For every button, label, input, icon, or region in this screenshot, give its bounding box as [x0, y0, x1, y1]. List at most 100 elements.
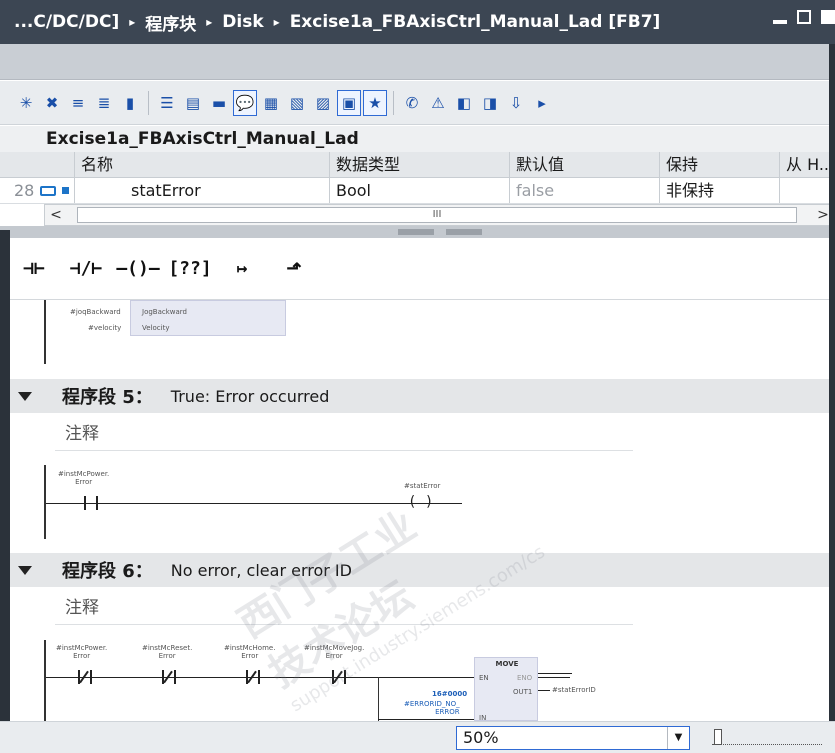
table-row[interactable]: 28 statError Bool false 非保持	[0, 178, 835, 204]
nc-contact-icon[interactable]	[72, 670, 98, 684]
symbol-info-icon[interactable]: ▨	[311, 90, 335, 116]
no-contact-icon[interactable]	[78, 496, 104, 510]
nc-contact-icon[interactable]	[326, 670, 352, 684]
breadcrumb-separator: ▸	[129, 15, 136, 29]
breadcrumb-separator: ▸	[273, 15, 280, 29]
network-6-title: 程序段 6：	[62, 561, 153, 582]
contact-label: #instMcPower. Error	[58, 470, 110, 486]
delete-network-icon[interactable]: ✖	[40, 90, 64, 116]
status-bar: 50% ▼	[0, 721, 835, 753]
empty-box-icon[interactable]: [??]	[166, 246, 214, 292]
symbolic-address-icon[interactable]: ▧	[285, 90, 309, 116]
splitter[interactable]	[0, 226, 835, 238]
header-default[interactable]: 默认值	[510, 152, 660, 177]
insert-row-icon[interactable]: ≡	[66, 90, 90, 116]
close-all-networks-icon[interactable]: ▤	[181, 90, 205, 116]
contact-label: #instMcReset. Error	[142, 644, 193, 660]
move-in-value: 16#0000	[432, 690, 468, 698]
close-branch-icon[interactable]: ⬏	[270, 246, 318, 292]
bool-icon	[62, 187, 70, 194]
nc-contact-icon[interactable]	[156, 670, 182, 684]
static-port-icon	[40, 185, 57, 196]
minimize-icon[interactable]	[773, 20, 787, 24]
network-view-icon[interactable]: ▬	[207, 90, 231, 116]
toolbar-band	[0, 44, 835, 80]
left-panel-edge	[0, 230, 10, 721]
header-type[interactable]: 数据类型	[330, 152, 510, 177]
network-6-description[interactable]: No error, clear error ID	[171, 561, 352, 580]
snapshot-icon[interactable]: ◨	[478, 90, 502, 116]
move-block[interactable]: MOVE EN ENO OUT1 IN	[474, 657, 538, 721]
scroll-thumb[interactable]: III	[77, 207, 797, 223]
more-tools-icon[interactable]: ▸	[530, 90, 554, 116]
header-hmi[interactable]: 从 H...	[780, 152, 835, 177]
insert-network-icon[interactable]: ✳	[14, 90, 38, 116]
breadcrumb-block[interactable]: Excise1a_FBAxisCtrl_Manual_Lad [FB7]	[290, 12, 661, 32]
restore-icon[interactable]	[797, 10, 811, 24]
interface-header: 名称 数据类型 默认值 保持 从 H...	[0, 152, 835, 178]
favorites-icon[interactable]: ★	[363, 89, 387, 116]
list-view-icon[interactable]: ▣	[337, 89, 361, 116]
splitter-down-handle[interactable]	[446, 229, 482, 235]
network-6-header[interactable]: 程序段 6： No error, clear error ID	[0, 553, 835, 587]
go-to-error-icon[interactable]: ✆	[400, 90, 424, 116]
collapse-icon[interactable]	[18, 391, 32, 401]
zoom-slider-handle[interactable]	[714, 729, 722, 745]
network-5-title: 程序段 5：	[62, 387, 153, 408]
power-rail	[44, 465, 46, 539]
header-retain[interactable]: 保持	[660, 152, 780, 177]
move-in-pin: IN	[479, 714, 487, 721]
breadcrumb-project[interactable]: ...C/DC/DC]	[14, 12, 119, 32]
coil-icon[interactable]: –()–	[114, 246, 162, 292]
breadcrumb-program-blocks[interactable]: 程序块	[145, 10, 196, 35]
splitter-up-handle[interactable]	[398, 229, 434, 235]
nc-contact-icon[interactable]: ⊣/⊢	[62, 246, 110, 292]
add-row-icon[interactable]: ≣	[92, 90, 116, 116]
open-branch-icon[interactable]: ↦	[218, 246, 266, 292]
contact-label: #instMcHome. Error	[224, 644, 276, 660]
zoom-slider[interactable]	[712, 729, 822, 747]
jog-backward-label: #joqBackward	[70, 308, 121, 316]
comments-icon[interactable]: 💬	[233, 89, 257, 116]
block-name: Excise1a_FBAxisCtrl_Manual_Lad	[0, 126, 835, 152]
network-5-header[interactable]: 程序段 5： True: Error occurred	[0, 379, 835, 413]
coil-icon[interactable]: ( )	[408, 494, 433, 510]
chevron-down-icon[interactable]: ▼	[667, 727, 689, 749]
row-hmi-checkbox[interactable]	[780, 178, 835, 203]
lad-editor[interactable]: #joqBackward #velocity JogBackward Veloc…	[0, 300, 835, 721]
contact-label: #instMcPower. Error	[56, 644, 108, 660]
compare-icon[interactable]: ▮	[118, 90, 142, 116]
header-name[interactable]: 名称	[75, 152, 330, 177]
download-icon[interactable]: ⇩	[504, 90, 528, 116]
jog-backward-pin: JogBackward	[142, 308, 187, 316]
scroll-left-icon[interactable]: <	[45, 205, 67, 225]
velocity-label: #velocity	[88, 324, 122, 332]
open-all-networks-icon[interactable]: ☰	[155, 90, 179, 116]
title-bar: ...C/DC/DC] ▸ 程序块 ▸ Disk ▸ Excise1a_FBAx…	[0, 0, 835, 44]
clear-errors-icon[interactable]: ⚠	[426, 90, 450, 116]
maximize-icon[interactable]	[821, 10, 835, 24]
network-6-comment[interactable]: 注释	[55, 591, 633, 625]
collapse-icon[interactable]	[18, 565, 32, 575]
zoom-value[interactable]: 50%	[457, 727, 667, 749]
interface-table: 名称 数据类型 默认值 保持 从 H... 28 statError Bool …	[0, 152, 835, 204]
network-5-description[interactable]: True: Error occurred	[171, 387, 330, 406]
zoom-select[interactable]: 50% ▼	[456, 726, 690, 750]
network-5-comment[interactable]: 注释	[55, 417, 633, 451]
absolute-address-icon[interactable]: ▦	[259, 90, 283, 116]
block-toolbar: ✳ ✖ ≡ ≣ ▮ ☰ ▤ ▬ 💬 ▦ ▧ ▨ ▣ ★ ✆ ⚠ ◧ ◨ ⇩ ▸	[0, 81, 835, 125]
row-type[interactable]: Bool	[330, 178, 510, 203]
nc-contact-icon[interactable]	[240, 670, 266, 684]
move-en-pin: EN	[479, 674, 489, 682]
row-retain[interactable]: 非保持	[660, 178, 780, 203]
row-name[interactable]: statError	[75, 178, 330, 203]
no-contact-icon[interactable]: ⊣⊢	[10, 246, 58, 292]
move-in-label: #ERRORID_NO_ ERROR	[404, 700, 460, 716]
monitor-icon[interactable]: ◧	[452, 90, 476, 116]
row-default[interactable]: false	[510, 178, 660, 203]
contact-label: #instMcMoveJog. Error	[304, 644, 365, 660]
velocity-pin: Velocity	[142, 324, 170, 332]
breadcrumb-disk[interactable]: Disk	[222, 12, 263, 32]
move-eno-pin: ENO	[517, 674, 533, 682]
horizontal-scrollbar[interactable]: < III >	[44, 204, 835, 226]
